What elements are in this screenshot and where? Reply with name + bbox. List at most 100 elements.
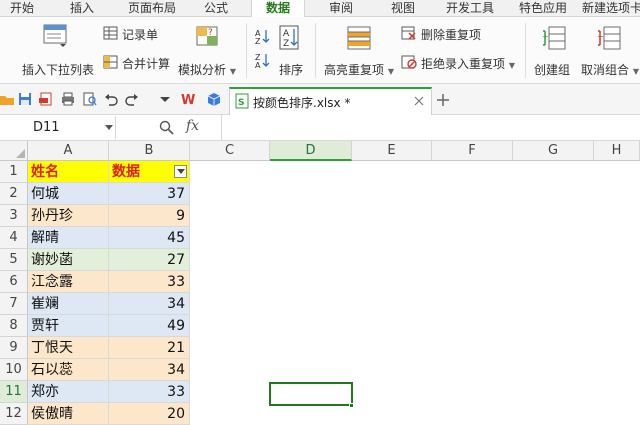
name-cell[interactable]: 解晴 [28, 227, 109, 249]
filter-dropdown-button[interactable] [174, 165, 187, 178]
row-header[interactable]: 5 [0, 249, 28, 271]
name-cell[interactable]: 石以蕊 [28, 359, 109, 381]
svg-text:Z: Z [255, 37, 261, 44]
column-header-g[interactable]: G [513, 141, 594, 161]
chevron-down-icon[interactable] [105, 125, 113, 131]
row-header[interactable]: 9 [0, 337, 28, 359]
customize-dropdown-icon[interactable] [158, 92, 172, 106]
print-preview-icon[interactable] [83, 92, 97, 106]
cube-icon[interactable] [206, 92, 220, 106]
column-header-d[interactable]: D [270, 141, 352, 161]
tab-special-apps[interactable]: 特色应用 [512, 0, 574, 17]
tab-review[interactable]: 审阅 [321, 0, 361, 17]
row-header[interactable]: 2 [0, 183, 28, 205]
value-cell[interactable]: 33 [109, 271, 190, 293]
row-header[interactable]: 3 [0, 205, 28, 227]
reject-duplicate-entry-button[interactable]: 拒绝录入重复项 ▼ [401, 54, 519, 72]
tab-page-layout[interactable]: 页面布局 [121, 0, 183, 17]
wps-logo-icon[interactable]: W [181, 92, 195, 106]
fx-icon[interactable]: fx [186, 118, 199, 134]
create-group-button[interactable]: + 创建组 [532, 23, 576, 79]
simulate-analysis-button[interactable]: ? 模拟分析 ▼ [178, 23, 240, 79]
name-cell[interactable]: 谢妙菡 [28, 249, 109, 271]
ribbon-separator [315, 23, 316, 78]
tab-new-tab[interactable]: 新建选项卡 [582, 0, 640, 17]
active-cell-d11[interactable] [269, 382, 353, 406]
value-cell[interactable]: 45 [109, 227, 190, 249]
insert-dropdown-list-button[interactable]: 插入下拉列表 [20, 23, 100, 79]
value-cell[interactable]: 27 [109, 249, 190, 271]
export-pdf-icon[interactable] [39, 92, 53, 106]
select-all-triangle-icon [16, 149, 25, 158]
row-header[interactable]: 8 [0, 315, 28, 337]
name-cell[interactable]: 侯傲晴 [28, 403, 109, 425]
row-header[interactable]: 6 [0, 271, 28, 293]
column-header-f[interactable]: F [432, 141, 513, 161]
name-cell[interactable]: 何城 [28, 183, 109, 205]
value-cell[interactable]: 34 [109, 293, 190, 315]
sort-ascending-icon[interactable]: A Z [255, 28, 271, 44]
row-header-1[interactable]: 1 [0, 161, 28, 183]
value-cell[interactable]: 49 [109, 315, 190, 337]
value-cell[interactable]: 37 [109, 183, 190, 205]
select-all-corner[interactable] [0, 141, 28, 161]
column-header-c[interactable]: C [190, 141, 270, 161]
fill-handle[interactable] [349, 403, 354, 408]
document-tab-title: 按颜色排序.xlsx * [253, 96, 351, 110]
tab-view[interactable]: 视图 [383, 0, 423, 17]
value-cell[interactable]: 21 [109, 337, 190, 359]
dropdown-list-icon [43, 24, 67, 47]
redo-icon[interactable] [125, 92, 139, 106]
close-icon[interactable] [414, 96, 424, 106]
value-cell[interactable]: 20 [109, 403, 190, 425]
header-cell-name[interactable]: 姓名 [28, 161, 109, 183]
ribbon-separator [246, 23, 247, 78]
name-cell[interactable]: 江念露 [28, 271, 109, 293]
column-header-a[interactable]: A [28, 141, 109, 161]
record-sheet-button[interactable]: 记录单 [103, 25, 165, 43]
svg-text:?: ? [208, 28, 213, 38]
column-header-b[interactable]: B [109, 141, 190, 161]
undo-icon[interactable] [104, 92, 118, 106]
save-icon[interactable] [18, 92, 32, 106]
remove-duplicates-button[interactable]: 删除重复项 [401, 25, 491, 43]
header-cell-data[interactable]: 数据 [109, 161, 190, 183]
ungroup-button[interactable]: − 取消组合 ▼ [580, 23, 640, 79]
formula-input[interactable] [221, 115, 640, 140]
tab-data[interactable]: 数据 [251, 0, 305, 18]
new-tab-plus-icon[interactable] [436, 93, 450, 107]
name-cell[interactable]: 贾轩 [28, 315, 109, 337]
name-cell[interactable]: 孙丹珍 [28, 205, 109, 227]
row-header[interactable]: 10 [0, 359, 28, 381]
tab-developer[interactable]: 开发工具 [439, 0, 501, 17]
open-folder-icon[interactable] [0, 92, 14, 106]
sort-button[interactable]: A Z 排序 [276, 23, 308, 79]
tab-insert[interactable]: 插入 [62, 0, 102, 17]
document-tab[interactable]: S 按颜色排序.xlsx * [229, 87, 432, 115]
name-cell[interactable]: 郑亦 [28, 381, 109, 403]
row-header[interactable]: 4 [0, 227, 28, 249]
row-header[interactable]: 7 [0, 293, 28, 315]
value-cell[interactable]: 9 [109, 205, 190, 227]
column-header-e[interactable]: E [352, 141, 432, 161]
highlight-duplicates-button[interactable]: 高亮重复项 ▼ [322, 23, 394, 79]
remove-duplicates-icon [401, 26, 416, 40]
value-cell[interactable]: 33 [109, 381, 190, 403]
name-cell[interactable]: 崔斓 [28, 293, 109, 315]
value-cell[interactable]: 34 [109, 359, 190, 381]
merge-calc-button[interactable]: 合并计算 [103, 54, 175, 72]
sort-descending-icon[interactable]: Z A [255, 52, 271, 68]
tab-formulas[interactable]: 公式 [196, 0, 236, 17]
zoom-search-icon[interactable] [159, 120, 175, 136]
tab-home[interactable]: 开始 [2, 0, 42, 17]
row-header[interactable]: 12 [0, 403, 28, 425]
row-header[interactable]: 11 [0, 381, 28, 403]
name-box[interactable]: D11 [0, 116, 116, 139]
print-icon[interactable] [61, 92, 75, 106]
name-cell[interactable]: 丁恨天 [28, 337, 109, 359]
sort-icon: A Z [279, 25, 299, 50]
formula-bar: D11 fx [0, 115, 640, 141]
column-header-h[interactable]: H [594, 141, 640, 161]
svg-text:+: + [542, 32, 549, 41]
ungroup-icon: − [597, 26, 621, 50]
